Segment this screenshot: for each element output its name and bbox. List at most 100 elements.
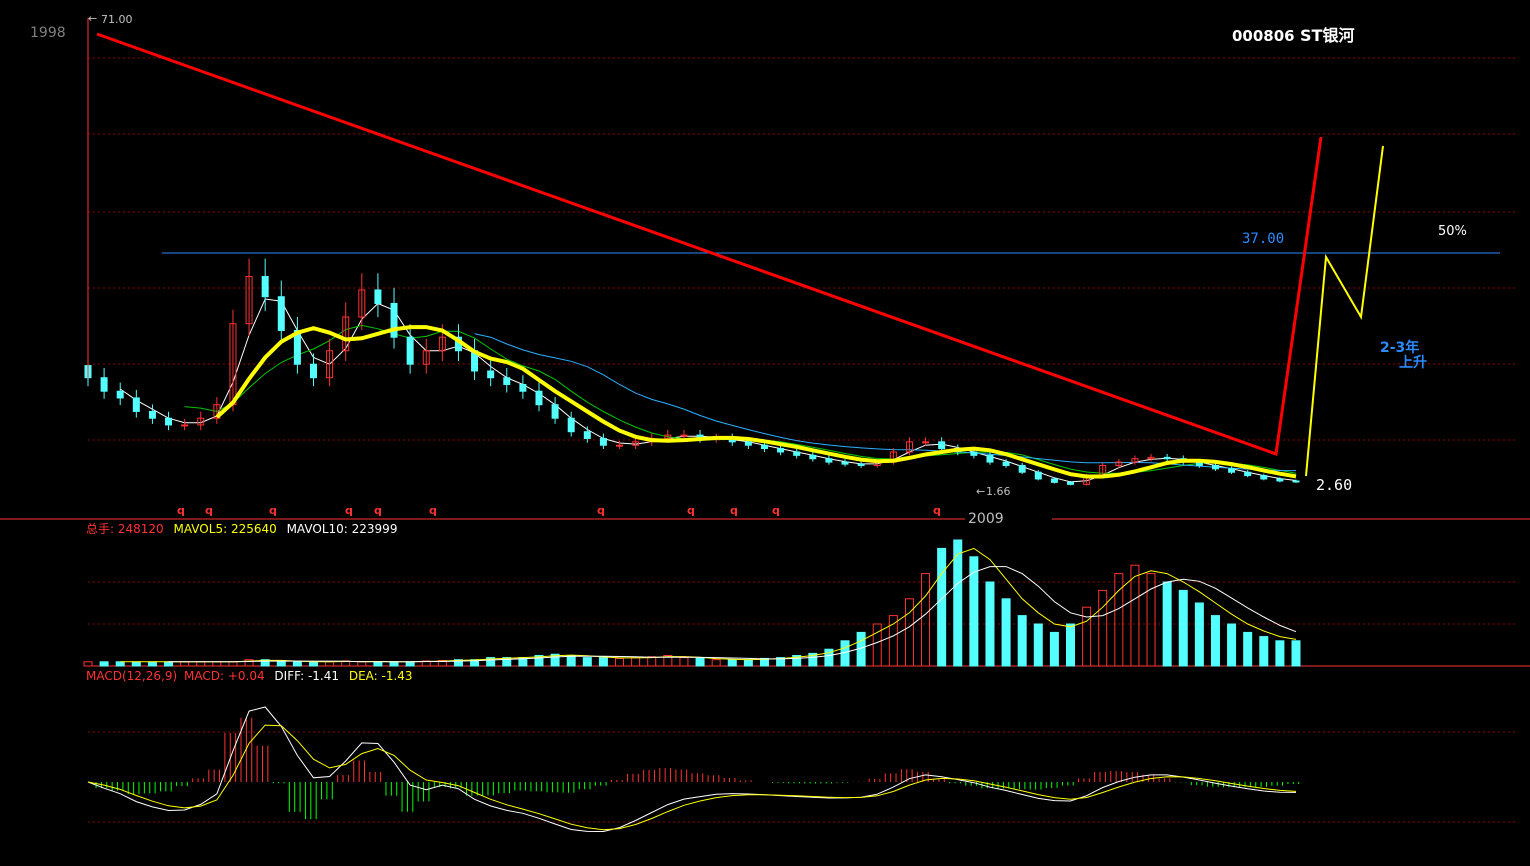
- candle-body: [1018, 464, 1026, 473]
- volume-bar: [1098, 589, 1108, 667]
- candle-body: [551, 404, 559, 419]
- volume-bar: [615, 657, 625, 667]
- candle-body: [374, 289, 382, 304]
- volume-total-value: 248120: [118, 522, 164, 536]
- volume-bar: [1066, 623, 1076, 667]
- stock-chart: 1998 000806 ST银河 ← 71.00 37.00 50% 2-3年 …: [0, 12, 1530, 833]
- volume-bar: [164, 661, 174, 667]
- volume-bar: [99, 661, 109, 667]
- candle-body: [1163, 456, 1171, 460]
- volume-bar: [292, 661, 302, 667]
- event-marker: q: [269, 504, 277, 517]
- volume-bar: [727, 659, 737, 667]
- candle-body: [503, 377, 511, 385]
- diff-label: DIFF: [274, 669, 301, 683]
- volume-bar: [1243, 631, 1253, 667]
- candle-body: [841, 461, 849, 465]
- candle-body: [1050, 478, 1058, 483]
- yellow-forecast-line: [1305, 145, 1384, 477]
- stock-name: ST银河: [1300, 26, 1354, 45]
- candle-body: [519, 383, 527, 392]
- candle-body: [487, 370, 495, 379]
- candle-body: [132, 397, 140, 412]
- volume-bar: [212, 661, 222, 667]
- volume-bar: [131, 661, 141, 667]
- percent-label: 50%: [1438, 224, 1467, 239]
- candle-body: [165, 417, 173, 426]
- high-price-label: 71.00: [101, 13, 133, 26]
- event-marker: q: [177, 504, 185, 517]
- event-marker: q: [345, 504, 353, 517]
- volume-bar: [566, 655, 576, 667]
- volume-bar: [308, 661, 318, 667]
- volume-bar: [1049, 631, 1059, 667]
- volume-total-label: 总手: [86, 522, 110, 536]
- ma-short-line: [119, 298, 1297, 483]
- volume-bar: [1227, 623, 1237, 667]
- volume-header: 总手: 248120 MAVOL5: 225640 MAVOL10: 22399…: [86, 522, 397, 536]
- candle-body: [100, 377, 108, 392]
- mavol5-value: 225640: [231, 522, 277, 536]
- volume-bar: [357, 661, 367, 667]
- candle-body: [809, 454, 817, 460]
- moving-average-lines: [119, 298, 1297, 483]
- low-arrow-icon: ←: [976, 485, 985, 498]
- candle-body: [680, 434, 688, 437]
- candle-body: [986, 454, 994, 463]
- candle-body: [922, 441, 930, 444]
- ma-long-line: [474, 333, 1297, 472]
- volume-bar: [1178, 589, 1188, 667]
- volume-bar: [711, 659, 721, 667]
- volume-bar: [373, 661, 383, 667]
- ma-medium-line: [184, 324, 1297, 474]
- candle-body: [261, 275, 269, 298]
- volume-bar: [872, 623, 882, 667]
- volume-bar: [1210, 615, 1220, 667]
- volume-bar: [389, 661, 399, 667]
- volume-bar: [1130, 564, 1140, 667]
- volume-bar: [196, 661, 206, 667]
- volume-bar: [679, 657, 689, 667]
- candle-body: [181, 424, 189, 427]
- volume-bar: [1194, 602, 1204, 667]
- thick-moving-average: [215, 325, 1297, 479]
- candle-body: [1067, 481, 1075, 485]
- candle-body: [116, 390, 124, 399]
- event-marker: q: [933, 504, 941, 517]
- volume-ma-lines: [120, 547, 1297, 663]
- event-marker: q: [730, 504, 738, 517]
- candle-body: [793, 451, 801, 456]
- current-price-label: 2.60: [1316, 476, 1352, 494]
- stock-code: 000806: [1232, 27, 1295, 45]
- volume-bar: [582, 657, 592, 667]
- candle-body: [1228, 468, 1236, 473]
- candle-body: [825, 458, 833, 463]
- volume-bar: [115, 661, 125, 667]
- candle-body: [744, 441, 752, 446]
- macd-name: MACD(12,26,9): [86, 669, 177, 683]
- candle-body: [599, 437, 607, 446]
- volume-bar: [937, 547, 947, 667]
- dea-label: DEA: [349, 669, 375, 683]
- volume-bar: [921, 573, 931, 667]
- candle-body: [1002, 461, 1010, 466]
- volume-bar: [598, 657, 608, 667]
- candle-body: [1211, 464, 1219, 470]
- event-marker: q: [772, 504, 780, 517]
- candle-body: [390, 302, 398, 338]
- volume-bar: [1259, 636, 1269, 667]
- candle-body: [1034, 471, 1042, 480]
- candle-body: [1260, 475, 1268, 480]
- macd-value: +0.04: [228, 669, 265, 683]
- mavol10-line: [168, 566, 1297, 663]
- volume-bar: [228, 661, 238, 667]
- ma-thick-line: [215, 325, 1297, 479]
- volume-bar: [888, 615, 898, 667]
- candle-body: [616, 444, 624, 447]
- volume-bar: [83, 661, 93, 667]
- volume-bar: [695, 657, 705, 667]
- end-year-label: 2009: [968, 511, 1004, 527]
- volume-bars: [83, 539, 1301, 667]
- volume-bar: [953, 539, 963, 667]
- event-marker: q: [205, 504, 213, 517]
